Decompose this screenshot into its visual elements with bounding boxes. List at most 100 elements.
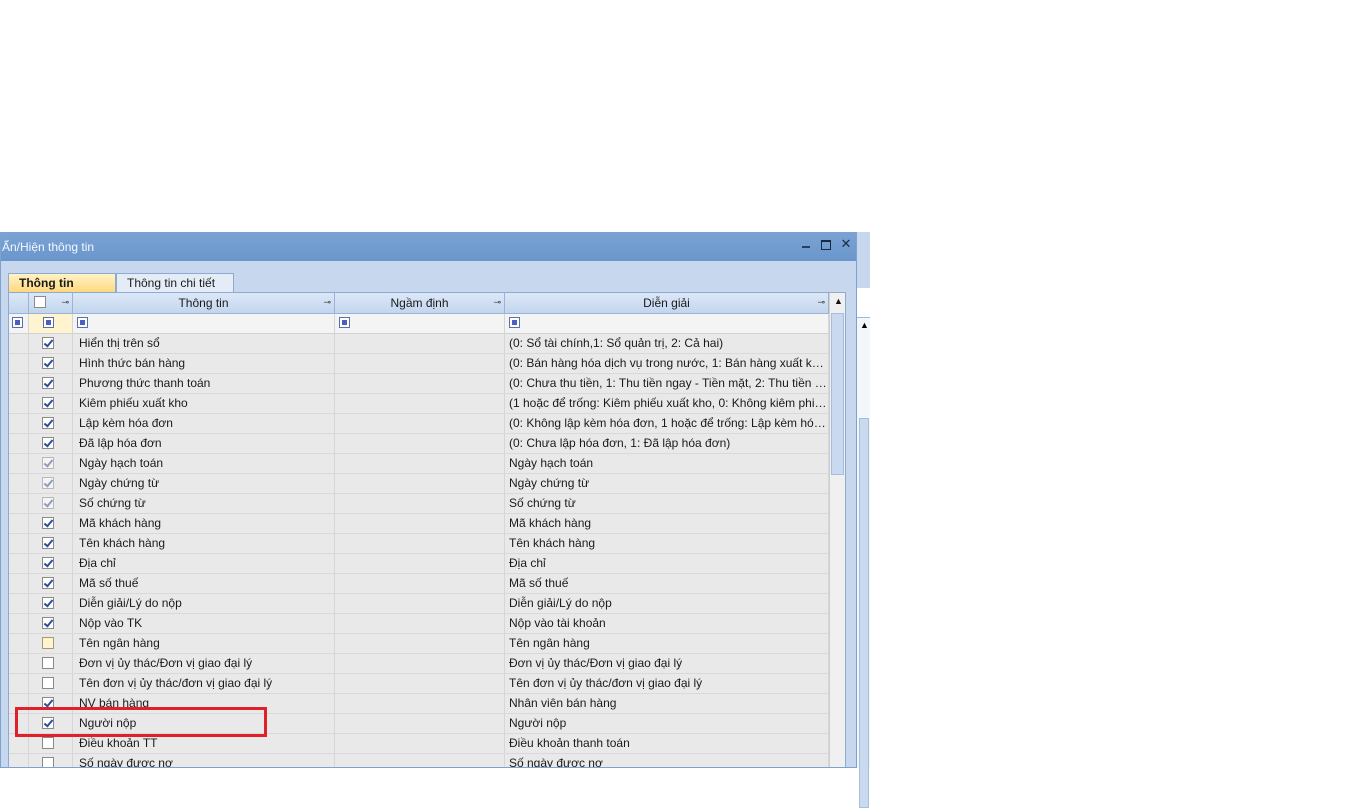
visibility-checkbox[interactable] bbox=[42, 617, 54, 629]
pin-icon[interactable]: ⊸ bbox=[323, 297, 331, 307]
info-cell[interactable]: Ngày chứng từ bbox=[73, 474, 335, 493]
table-row[interactable]: Tên khách hàng Tên khách hàng bbox=[9, 534, 829, 554]
visibility-cell[interactable] bbox=[29, 394, 73, 413]
visibility-cell[interactable] bbox=[29, 574, 73, 593]
visibility-cell[interactable] bbox=[29, 494, 73, 513]
filter-icon[interactable] bbox=[509, 317, 520, 328]
info-cell[interactable]: Hiển thị trên sổ bbox=[73, 334, 335, 353]
filter-cell[interactable] bbox=[335, 314, 505, 333]
visibility-cell[interactable] bbox=[29, 754, 73, 767]
info-cell[interactable]: Diễn giải/Lý do nộp bbox=[73, 594, 335, 613]
description-cell[interactable]: Ngày chứng từ bbox=[505, 474, 829, 493]
table-row[interactable]: Số ngày được nợ Số ngày được nợ bbox=[9, 754, 829, 767]
visibility-cell[interactable] bbox=[29, 514, 73, 533]
visibility-cell[interactable] bbox=[29, 374, 73, 393]
description-cell[interactable]: Ngày hạch toán bbox=[505, 454, 829, 473]
info-cell[interactable]: Tên đơn vị ủy thác/đơn vị giao đại lý bbox=[73, 674, 335, 693]
visibility-checkbox[interactable] bbox=[42, 397, 54, 409]
description-cell[interactable]: (0: Bán hàng hóa dịch vụ trong nước, 1: … bbox=[505, 354, 829, 373]
default-cell[interactable] bbox=[335, 614, 505, 633]
visibility-checkbox[interactable] bbox=[42, 677, 54, 689]
default-cell[interactable] bbox=[335, 714, 505, 733]
visibility-cell[interactable] bbox=[29, 654, 73, 673]
description-cell[interactable]: Tên đơn vị ủy thác/đơn vị giao đại lý bbox=[505, 674, 829, 693]
visibility-checkbox[interactable] bbox=[42, 517, 54, 529]
default-cell[interactable] bbox=[335, 534, 505, 553]
table-row[interactable]: Hiển thị trên sổ (0: Sổ tài chính,1: Sổ q… bbox=[9, 334, 829, 354]
default-cell[interactable] bbox=[335, 334, 505, 353]
description-cell[interactable]: Nộp vào tài khoản bbox=[505, 614, 829, 633]
default-cell[interactable] bbox=[335, 434, 505, 453]
default-cell[interactable] bbox=[335, 574, 505, 593]
pin-icon[interactable]: ⊸ bbox=[61, 297, 69, 307]
info-cell[interactable]: Đã lập hóa đơn bbox=[73, 434, 335, 453]
description-cell[interactable]: (1 hoặc để trống: Kiêm phiếu xuất kho, 0… bbox=[505, 394, 829, 413]
table-row[interactable]: Đã lập hóa đơn (0: Chưa lập hóa đơn, 1: Đ… bbox=[9, 434, 829, 454]
description-cell[interactable]: (0: Không lập kèm hóa đơn, 1 hoặc để trố… bbox=[505, 414, 829, 433]
description-cell[interactable]: Mã số thuế bbox=[505, 574, 829, 593]
visibility-cell[interactable] bbox=[29, 594, 73, 613]
default-cell[interactable] bbox=[335, 634, 505, 653]
background-scrollbar-thumb[interactable] bbox=[859, 418, 869, 808]
table-row[interactable]: Hình thức bán hàng (0: Bán hàng hóa dịch … bbox=[9, 354, 829, 374]
info-cell[interactable]: Mã số thuế bbox=[73, 574, 335, 593]
table-row[interactable]: Mã khách hàng Mã khách hàng bbox=[9, 514, 829, 534]
maximize-icon[interactable] bbox=[819, 238, 833, 252]
default-cell[interactable] bbox=[335, 694, 505, 713]
table-row[interactable]: Điều khoản TT Điều khoản thanh toán bbox=[9, 734, 829, 754]
default-cell[interactable] bbox=[335, 594, 505, 613]
filter-cell[interactable] bbox=[73, 314, 335, 333]
visibility-checkbox[interactable] bbox=[42, 437, 54, 449]
visibility-checkbox[interactable] bbox=[42, 737, 54, 749]
description-cell[interactable]: Đơn vị ủy thác/Đơn vị giao đại lý bbox=[505, 654, 829, 673]
header-select-all[interactable]: ⊸ bbox=[29, 293, 73, 313]
description-cell[interactable]: Người nộp bbox=[505, 714, 829, 733]
info-cell[interactable]: Lập kèm hóa đơn bbox=[73, 414, 335, 433]
description-cell[interactable]: (0: Chưa lập hóa đơn, 1: Đã lập hóa đơn) bbox=[505, 434, 829, 453]
visibility-cell[interactable] bbox=[29, 534, 73, 553]
default-cell[interactable] bbox=[335, 394, 505, 413]
close-icon[interactable]: ✕ bbox=[839, 237, 853, 251]
visibility-cell[interactable] bbox=[29, 354, 73, 373]
info-cell[interactable]: Phương thức thanh toán bbox=[73, 374, 335, 393]
visibility-cell[interactable] bbox=[29, 474, 73, 493]
description-cell[interactable]: Nhân viên bán hàng bbox=[505, 694, 829, 713]
tab-general-info[interactable]: Thông tin chung bbox=[8, 273, 116, 309]
table-row[interactable]: Diễn giải/Lý do nộp Diễn giải/Lý do nộp bbox=[9, 594, 829, 614]
default-cell[interactable] bbox=[335, 474, 505, 493]
info-cell[interactable]: Kiêm phiếu xuất kho bbox=[73, 394, 335, 413]
visibility-checkbox[interactable] bbox=[42, 657, 54, 669]
default-cell[interactable] bbox=[335, 374, 505, 393]
table-row[interactable]: Tên đơn vị ủy thác/đơn vị giao đại lý Tên… bbox=[9, 674, 829, 694]
background-scrollbar[interactable] bbox=[856, 318, 870, 808]
filter-icon[interactable] bbox=[77, 317, 88, 328]
info-cell[interactable]: Địa chỉ bbox=[73, 554, 335, 573]
info-cell[interactable]: Nộp vào TK bbox=[73, 614, 335, 633]
visibility-cell[interactable] bbox=[29, 334, 73, 353]
filter-icon[interactable] bbox=[339, 317, 350, 328]
select-all-checkbox[interactable] bbox=[34, 296, 46, 308]
visibility-checkbox[interactable] bbox=[42, 357, 54, 369]
description-cell[interactable]: Diễn giải/Lý do nộp bbox=[505, 594, 829, 613]
info-cell[interactable]: Tên khách hàng bbox=[73, 534, 335, 553]
tab-detail-info[interactable]: Thông tin chi tiết bbox=[116, 273, 234, 293]
header-description[interactable]: Diễn giải ⊸ bbox=[505, 293, 829, 313]
background-scroll-up-icon[interactable]: ▲ bbox=[860, 320, 869, 330]
minimize-icon[interactable] bbox=[799, 238, 813, 252]
info-cell[interactable]: Ngày hạch toán bbox=[73, 454, 335, 473]
default-cell[interactable] bbox=[335, 554, 505, 573]
visibility-checkbox[interactable] bbox=[42, 537, 54, 549]
visibility-cell[interactable] bbox=[29, 554, 73, 573]
table-row[interactable]: Địa chỉ Địa chỉ bbox=[9, 554, 829, 574]
visibility-checkbox[interactable] bbox=[42, 337, 54, 349]
visibility-cell[interactable] bbox=[29, 434, 73, 453]
default-cell[interactable] bbox=[335, 754, 505, 767]
dialog-titlebar[interactable]: Ẩn/Hiện thông tin ✕ bbox=[1, 233, 856, 261]
visibility-cell[interactable] bbox=[29, 414, 73, 433]
info-cell[interactable]: Mã khách hàng bbox=[73, 514, 335, 533]
visibility-checkbox[interactable] bbox=[42, 377, 54, 389]
table-row[interactable]: Đơn vị ủy thác/Đơn vị giao đại lý Đơn vị … bbox=[9, 654, 829, 674]
table-row[interactable]: Lập kèm hóa đơn (0: Không lập kèm hóa đơn… bbox=[9, 414, 829, 434]
default-cell[interactable] bbox=[335, 734, 505, 753]
table-row[interactable]: Kiêm phiếu xuất kho (1 hoặc để trống: Kiê… bbox=[9, 394, 829, 414]
